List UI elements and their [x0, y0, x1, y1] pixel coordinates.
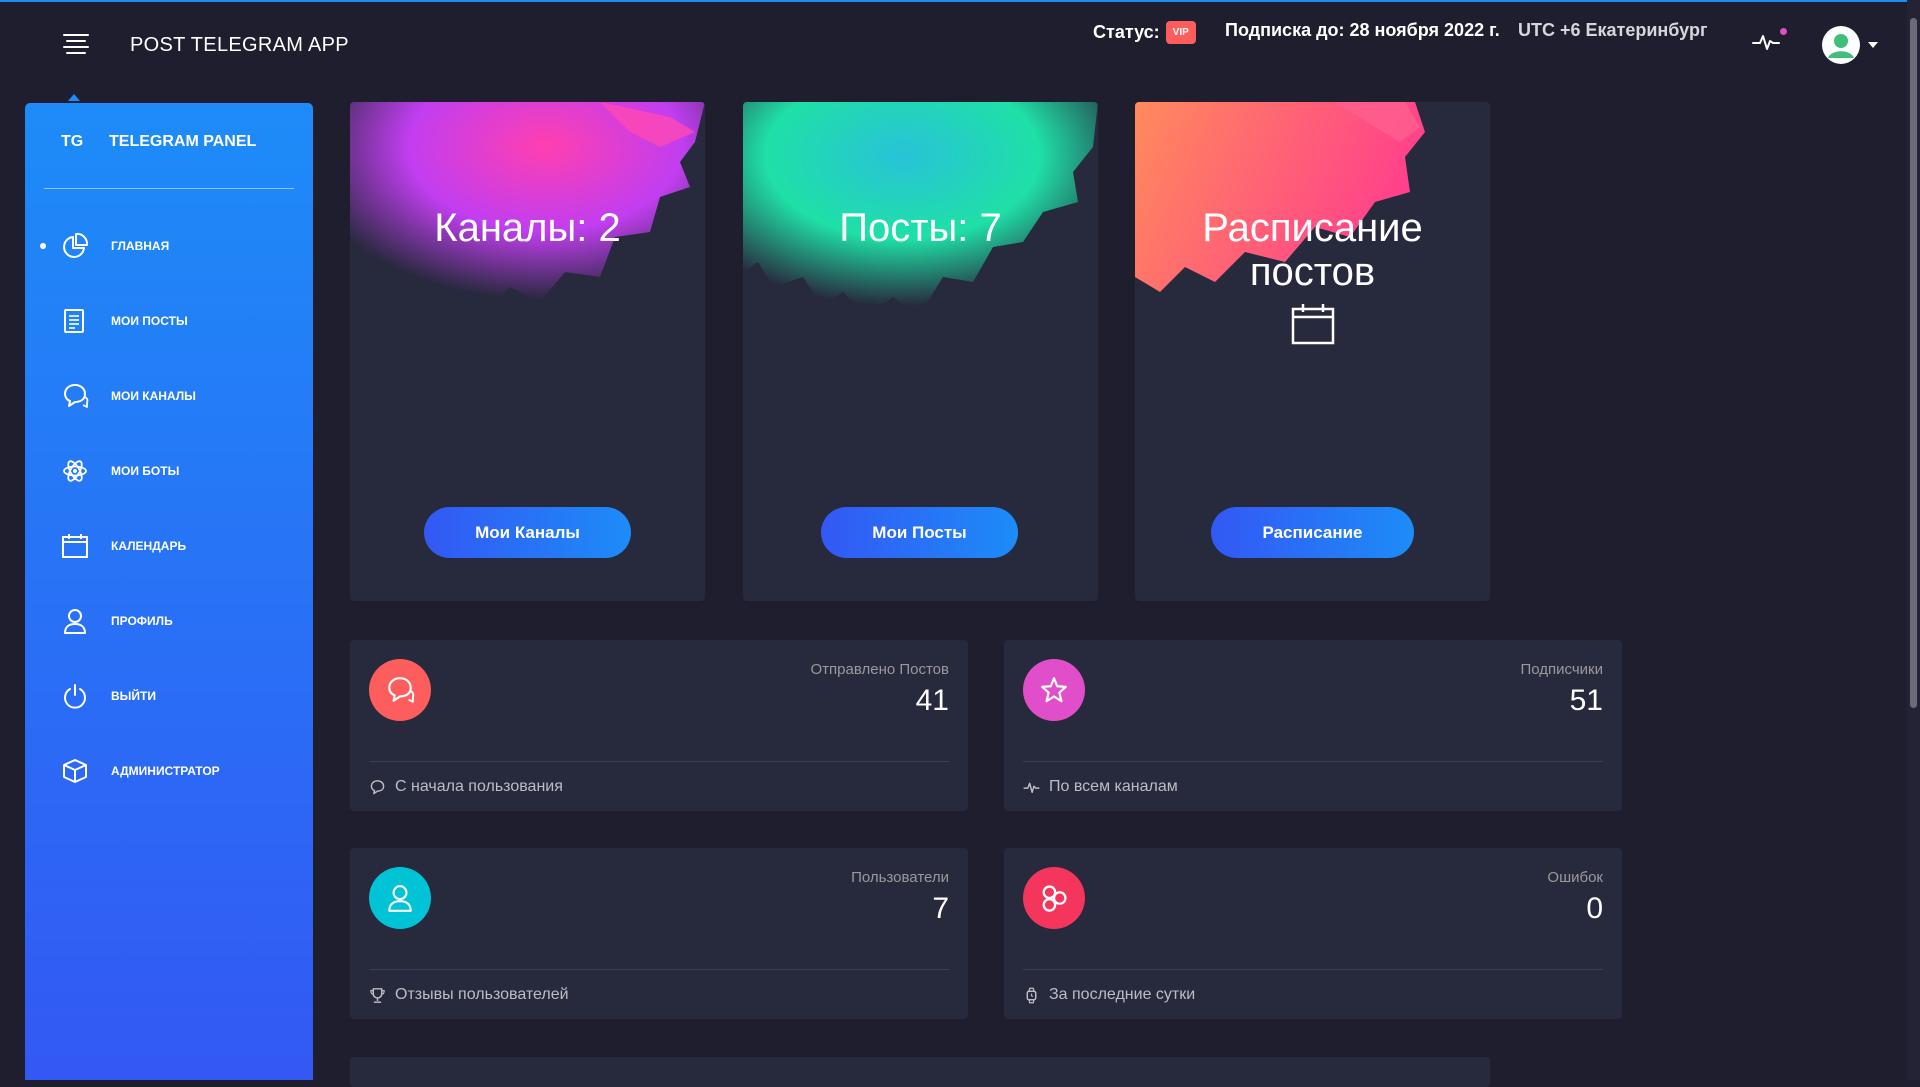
user-icon [64, 609, 86, 634]
cube-icon [63, 759, 87, 783]
stat-icon-circle [1023, 867, 1085, 929]
subscription-info: Подписка до: 28 ноября 2022 г. [1225, 20, 1500, 40]
user-menu[interactable] [1822, 26, 1880, 64]
sidebar-item-home[interactable]: Главная [25, 220, 313, 272]
stat-icon-circle [1023, 659, 1085, 721]
sidebar-logo-text[interactable]: TELEGRAM PANEL [109, 133, 256, 151]
sidebar-item-label: Календарь [111, 539, 187, 553]
stat-footer-text: За последние сутки [1049, 986, 1196, 1003]
card-title-line2: постов [1249, 250, 1376, 294]
chart-pie-icon [63, 232, 89, 258]
stat-value: 41 [915, 684, 949, 717]
pulse-icon [1023, 782, 1040, 793]
timezone-info: UTC +6 Екатеринбург [1518, 20, 1708, 40]
stat-divider [369, 969, 949, 970]
trophy-icon [370, 987, 385, 1003]
stat-divider [1023, 969, 1603, 970]
sidebar-item-label: Мои каналы [111, 389, 196, 403]
pulse-icon [1752, 35, 1780, 50]
sidebar-item-label: Главная [111, 239, 170, 253]
stat-label: Подписчики [1520, 661, 1603, 678]
molecule-icon [1042, 885, 1067, 912]
stat-card-subscribers: Подписчики 51 По всем каналам [1004, 640, 1622, 811]
menu-toggle-icon[interactable] [63, 34, 89, 56]
calendar-icon [62, 534, 88, 558]
stat-card-errors: Ошибок 0 За последние сутки [1004, 848, 1622, 1019]
stat-icon-circle [369, 659, 431, 721]
card-title: Каналы: 2 [434, 206, 621, 250]
sidebar-item-label: Мои боты [111, 464, 180, 478]
sidebar: TG TELEGRAM PANEL Главная Мои посты Мои … [25, 103, 313, 1080]
schedule-button[interactable]: Расписание [1211, 507, 1414, 558]
sidebar-logo-mini[interactable]: TG [61, 133, 83, 151]
power-icon [64, 684, 86, 709]
atom-icon [63, 460, 87, 482]
stat-label: Пользователи [851, 869, 949, 886]
chat-bubbles-icon [64, 384, 89, 408]
notification-dot [1780, 28, 1787, 35]
stat-divider [369, 761, 949, 762]
active-indicator [40, 243, 46, 249]
sidebar-item-my-bots[interactable]: Мои боты [25, 445, 313, 497]
sidebar-item-my-channels[interactable]: Мои каналы [25, 370, 313, 422]
paper-icon [64, 309, 84, 333]
watch-icon [1026, 987, 1037, 1003]
sidebar-divider [44, 188, 294, 189]
sidebar-item-profile[interactable]: Профиль [25, 595, 313, 647]
scrollbar-thumb[interactable] [1910, 18, 1917, 708]
posts-card: Посты: 7 Мои Посты [743, 102, 1098, 601]
chat-bubbles-icon [388, 677, 415, 703]
stat-footer: Отзывы пользователей [369, 986, 569, 1004]
stat-icon-circle [369, 867, 431, 929]
avatar [1822, 26, 1860, 64]
sidebar-item-logout[interactable]: Выйти [25, 670, 313, 722]
channels-card: Каналы: 2 Мои Каналы [350, 102, 705, 601]
my-posts-button[interactable]: Мои Посты [821, 507, 1018, 558]
sidebar-item-label: Профиль [111, 614, 173, 628]
stat-footer: С начала пользования [369, 778, 563, 796]
status-label: Статус: [1093, 21, 1160, 42]
stat-value: 0 [1586, 892, 1603, 925]
stat-divider [1023, 761, 1603, 762]
sidebar-caret [68, 94, 80, 101]
bottom-card [350, 1057, 1490, 1087]
schedule-card: Расписание постов Расписание [1135, 102, 1490, 601]
stat-footer: За последние сутки [1023, 986, 1195, 1004]
status-badge: VIP [1165, 20, 1196, 44]
sidebar-item-label: Выйти [111, 689, 156, 703]
stat-value: 7 [932, 892, 949, 925]
user-icon [388, 885, 412, 912]
stat-card-posts-sent: Отправлено Постов 41 С начала пользовани… [350, 640, 968, 811]
stat-label: Ошибок [1547, 869, 1603, 886]
top-navbar: POST TELEGRAM APP Статус: VIP Подписка д… [0, 2, 1900, 88]
chat-icon [370, 779, 385, 794]
stat-value: 51 [1569, 684, 1603, 717]
sidebar-item-calendar[interactable]: Календарь [25, 520, 313, 572]
stat-footer-text: Отзывы пользователей [395, 986, 569, 1003]
card-title-line1: Расписание [1202, 206, 1423, 250]
my-channels-button[interactable]: Мои Каналы [424, 507, 631, 558]
sidebar-item-my-posts[interactable]: Мои посты [25, 295, 313, 347]
card-title: Посты: 7 [839, 206, 1002, 250]
stat-footer-text: По всем каналам [1049, 778, 1178, 795]
stat-label: Отправлено Постов [810, 661, 950, 678]
app-brand[interactable]: POST TELEGRAM APP [130, 34, 349, 57]
chevron-down-icon [1868, 42, 1878, 48]
activity-button[interactable] [1752, 26, 1788, 56]
sidebar-item-admin[interactable]: Администратор [25, 745, 313, 797]
stat-footer: По всем каналам [1023, 778, 1178, 796]
status-indicator: Статус: VIP [1093, 18, 1196, 46]
sidebar-item-label: Мои посты [111, 314, 188, 328]
calendar-icon [1291, 304, 1335, 345]
stat-footer-text: С начала пользования [395, 778, 563, 795]
stat-card-users: Пользователи 7 Отзывы пользователей [350, 848, 968, 1019]
star-icon [1041, 677, 1067, 703]
sidebar-item-label: Администратор [111, 764, 220, 778]
